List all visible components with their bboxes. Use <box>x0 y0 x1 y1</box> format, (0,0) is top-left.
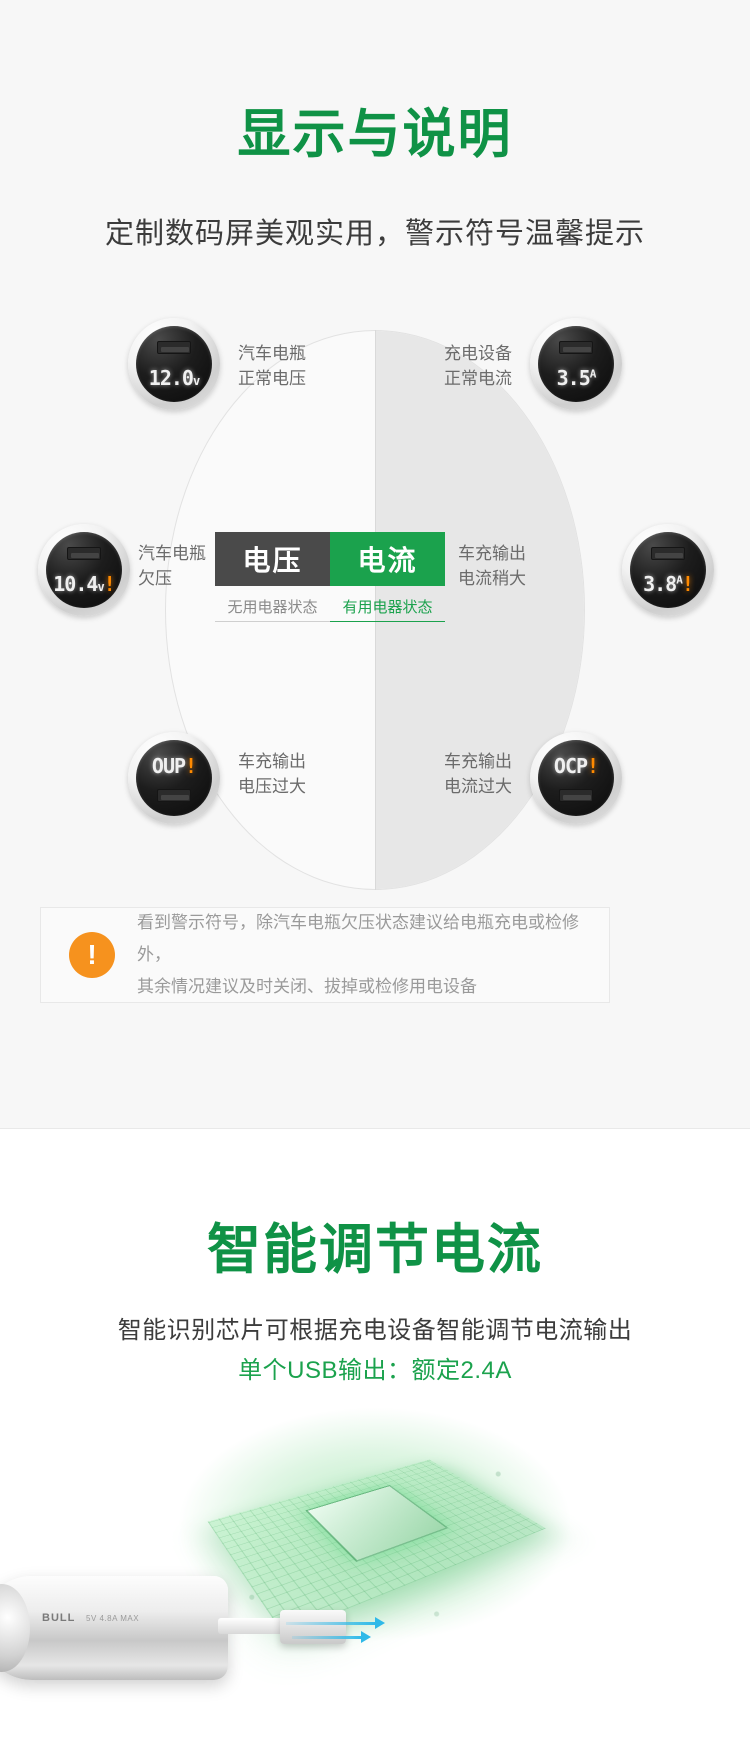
notice-line-2: 其余情况建议及时关闭、拔掉或检修用电设备 <box>137 977 477 997</box>
notice-text: 看到警示符号，除汽车电瓶欠压状态建议给电瓶充电或检修外， 其余情况建议及时关闭、… <box>137 907 609 1004</box>
charger-body <box>0 1576 228 1680</box>
charger-head-mid-right: 3.8A! <box>622 524 714 616</box>
charger-head-top-right: 3.5A <box>530 318 622 410</box>
section1-title: 显示与说明 <box>237 105 513 164</box>
current-flow-arrow-2 <box>292 1631 371 1643</box>
led-readout-mid-left: 10.4v! <box>53 572 115 596</box>
charger-face: 10.4v! <box>46 532 122 608</box>
tab-current[interactable]: 电流 <box>330 532 445 586</box>
usb-port-icon <box>559 341 593 354</box>
tabs-row: 电压 电流 <box>215 532 445 586</box>
led-readout-top-left: 12.0v <box>148 366 200 390</box>
product-model-label: 5V 4.8A MAX <box>86 1614 140 1623</box>
node-label-bottom-left: 车充输出 电压过大 <box>238 752 306 796</box>
usb-port-icon <box>651 547 685 560</box>
section1-subtitle: 定制数码屏美观实用，警示符号温馨提示 <box>104 218 645 250</box>
charger-head-mid-left: 10.4v! <box>38 524 130 616</box>
charger-head-top-left: 12.0v <box>128 318 220 410</box>
product-photo: BULL 5V 4.8A MAX <box>0 1566 385 1761</box>
charger-face: OCP! <box>538 740 614 816</box>
product-brand-label: BULL <box>42 1612 76 1624</box>
charger-face: 3.5A <box>538 326 614 402</box>
node-label-mid-left: 汽车电瓶 欠压 <box>138 544 206 588</box>
node-label-mid-right: 车充输出 电流稍大 <box>458 544 526 588</box>
section2-desc-line-2: 单个USB输出：额定2.4A <box>238 1357 512 1384</box>
usb-port-icon <box>67 547 101 560</box>
smart-current-section: 智能调节电流 智能识别芯片可根据充电设备智能调节电流输出 单个USB输出：额定2… <box>0 1128 750 1761</box>
center-tabs: 电压 电流 无用电器状态 有用电器状态 <box>215 532 445 622</box>
status-circle-diagram: 12.0v 汽车电瓶 正常电压 3.5A 充电设备 正常电流 10.4v! 汽车… <box>38 302 714 922</box>
node-label-top-left: 汽车电瓶 正常电压 <box>238 344 306 388</box>
subtabs-row: 无用电器状态 有用电器状态 <box>215 592 445 622</box>
led-readout-top-right: 3.5A <box>556 366 597 390</box>
section2-desc-line-1: 智能识别芯片可根据充电设备智能调节电流输出 <box>117 1317 633 1344</box>
display-explanation-section: 显示与说明 定制数码屏美观实用，警示符号温馨提示 12.0v 汽车电瓶 正常电压 <box>0 0 750 1128</box>
notice-line-1: 看到警示符号，除汽车电瓶欠压状态建议给电瓶充电或检修外， <box>137 912 579 964</box>
warning-notice-box: ! 看到警示符号，除汽车电瓶欠压状态建议给电瓶充电或检修外， 其余情况建议及时关… <box>40 907 610 1003</box>
charger-head-bottom-left: OUP! <box>128 732 220 824</box>
current-flow-arrow-1 <box>286 1617 385 1629</box>
exclamation-icon: ! <box>69 932 115 978</box>
usb-port-icon <box>559 789 593 802</box>
node-label-top-right: 充电设备 正常电流 <box>444 344 512 388</box>
led-readout-mid-right: 3.8A! <box>643 572 694 596</box>
subtab-voltage-state: 无用电器状态 <box>215 592 330 622</box>
charger-head-bottom-right: OCP! <box>530 732 622 824</box>
usb-port-icon <box>157 341 191 354</box>
charger-face: 3.8A! <box>630 532 706 608</box>
charger-face: OUP! <box>136 740 212 816</box>
product-detail-page: 显示与说明 定制数码屏美观实用，警示符号温馨提示 12.0v 汽车电瓶 正常电压 <box>0 0 750 1761</box>
led-readout-bottom-left: OUP! <box>151 754 197 778</box>
section-divider <box>0 1128 750 1129</box>
subtab-current-state: 有用电器状态 <box>330 592 445 622</box>
charger-face: 12.0v <box>136 326 212 402</box>
led-readout-bottom-right: OCP! <box>553 754 599 778</box>
node-label-bottom-right: 车充输出 电流过大 <box>444 752 512 796</box>
tab-voltage[interactable]: 电压 <box>215 532 330 586</box>
section2-title: 智能调节电流 <box>207 1220 543 1280</box>
usb-port-icon <box>157 789 191 802</box>
